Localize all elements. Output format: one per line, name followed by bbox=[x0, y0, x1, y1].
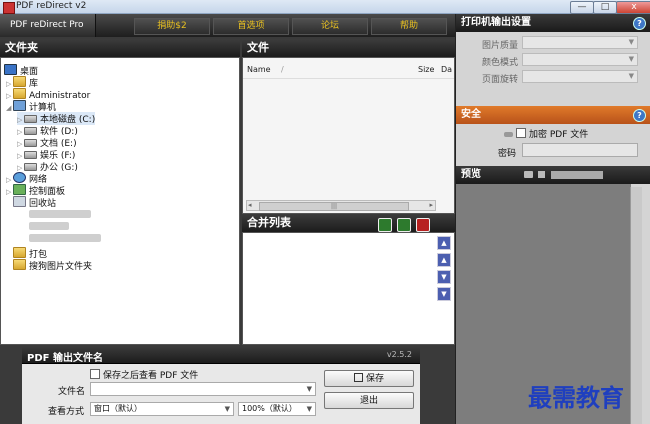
preferences-button[interactable]: 首选项 bbox=[213, 18, 289, 35]
drive-icon bbox=[24, 115, 37, 123]
column-sort-indicator: / bbox=[281, 65, 284, 74]
filename-label: 文件名 bbox=[58, 387, 86, 397]
page-rotation-select[interactable]: ▼ bbox=[522, 70, 638, 83]
folder-icon bbox=[13, 259, 26, 270]
encrypt-pdf-checkbox[interactable]: 加密 PDF 文件 bbox=[504, 127, 588, 140]
view-mode-label: 查看方式 bbox=[48, 407, 85, 417]
files-panel-header: 文件 bbox=[242, 39, 455, 57]
help-icon[interactable]: ? bbox=[633, 17, 646, 30]
main-toolbar: PDF reDirect Pro 捐助$2 首选项 论坛 帮助 bbox=[0, 14, 455, 37]
output-header: PDF 输出文件名 v2.5.2 bbox=[22, 347, 420, 364]
preview-header: 预览 bbox=[456, 166, 650, 184]
image-quality-select[interactable]: ▼ bbox=[522, 36, 638, 49]
donate-button[interactable]: 捐助$2 bbox=[134, 18, 210, 35]
wrench-icon[interactable] bbox=[524, 171, 533, 178]
computer-icon bbox=[13, 100, 26, 111]
column-date[interactable]: Da bbox=[441, 65, 452, 74]
scroll-thumb[interactable]: ||| bbox=[259, 202, 409, 211]
password-label: 密码 bbox=[498, 149, 517, 159]
app-icon bbox=[3, 2, 15, 14]
window-title: PDF reDirect v2 bbox=[16, 1, 87, 11]
folder-panel-header: 文件夹 bbox=[0, 39, 240, 57]
control-panel-icon bbox=[13, 184, 26, 195]
security-header: 安全 ? bbox=[456, 106, 650, 124]
blurred-item bbox=[29, 222, 69, 230]
password-input[interactable] bbox=[522, 143, 638, 157]
drive-icon bbox=[24, 151, 37, 159]
title-bar: PDF reDirect v2 — □ x bbox=[0, 0, 650, 14]
add-folder-icon[interactable] bbox=[397, 218, 411, 232]
close-button[interactable]: x bbox=[616, 1, 650, 14]
column-size[interactable]: Size bbox=[418, 65, 434, 74]
brand-label: PDF reDirect Pro bbox=[0, 14, 96, 37]
version-label: v2.5.2 bbox=[386, 350, 412, 359]
folder-icon bbox=[13, 247, 26, 258]
folder-tree[interactable]: 桌面 ▷ 库 ▷ Administrator ◢ 计算机 ▷ 本地磁盘 (C:) ▷ 软件… bbox=[0, 57, 240, 345]
file-list-horizontal-scrollbar[interactable]: ◂ ||| ▸ bbox=[246, 200, 436, 211]
move-bottom-icon[interactable]: ▼ bbox=[437, 287, 451, 301]
preview-slider[interactable] bbox=[551, 171, 603, 179]
drive-icon bbox=[24, 139, 37, 147]
help-icon[interactable]: ? bbox=[633, 109, 646, 122]
help-button[interactable]: 帮助 bbox=[371, 18, 447, 35]
key-icon bbox=[504, 132, 513, 137]
watermark-text: 最需教育 bbox=[528, 383, 624, 412]
blurred-item bbox=[29, 234, 101, 242]
zoom-select[interactable]: 100%（默认） ▼ bbox=[238, 402, 316, 416]
output-panel: 保存之后查看 PDF 文件 文件名 ▼ 查看方式 窗口（默认） ▼ 100%（默认… bbox=[22, 364, 420, 424]
folder-icon bbox=[13, 88, 26, 99]
scroll-right-icon[interactable]: ▸ bbox=[429, 201, 433, 209]
exit-button[interactable]: 退出 bbox=[324, 392, 414, 409]
tree-item-sogou-images[interactable]: 搜狗图片文件夹 bbox=[6, 259, 92, 272]
output-title: PDF 输出文件名 bbox=[27, 353, 103, 364]
move-down-icon[interactable]: ▼ bbox=[437, 270, 451, 284]
save-icon bbox=[353, 373, 363, 382]
remove-file-icon[interactable] bbox=[416, 218, 430, 232]
network-icon bbox=[13, 172, 26, 183]
add-file-icon[interactable] bbox=[378, 218, 392, 232]
maximize-button[interactable]: □ bbox=[593, 1, 617, 14]
save-button[interactable]: 保存 bbox=[324, 370, 414, 387]
desktop-icon bbox=[4, 64, 17, 75]
filename-input[interactable]: ▼ bbox=[90, 382, 316, 396]
settings-panel: 打印机输出设置 ? 图片质量 ▼ 颜色模式 ▼ 页面旋转 ▼ 安全 ? 加密 P… bbox=[455, 14, 650, 424]
color-mode-select[interactable]: ▼ bbox=[522, 53, 638, 66]
scroll-left-icon[interactable]: ◂ bbox=[248, 201, 252, 209]
folder-icon bbox=[13, 76, 26, 87]
minimize-button[interactable]: — bbox=[570, 1, 594, 14]
move-top-icon[interactable]: ▲ bbox=[437, 236, 451, 250]
lock-icon[interactable] bbox=[538, 171, 545, 178]
image-quality-label: 图片质量 bbox=[481, 41, 518, 51]
drive-icon bbox=[24, 163, 37, 171]
preview-vertical-scrollbar[interactable] bbox=[630, 187, 642, 424]
tree-item-recycle-bin[interactable]: 回收站 bbox=[6, 196, 56, 209]
file-list[interactable]: Name / Size Da bbox=[242, 57, 455, 214]
drive-icon bbox=[24, 127, 37, 135]
column-name[interactable]: Name bbox=[247, 65, 271, 74]
merge-list[interactable] bbox=[242, 232, 455, 345]
blurred-item bbox=[29, 210, 91, 218]
recycle-bin-icon bbox=[13, 196, 26, 207]
color-mode-label: 颜色模式 bbox=[481, 58, 518, 68]
view-mode-select[interactable]: 窗口（默认） ▼ bbox=[90, 402, 234, 416]
view-after-save-checkbox[interactable]: 保存之后查看 PDF 文件 bbox=[90, 368, 198, 381]
move-up-icon[interactable]: ▲ bbox=[437, 253, 451, 267]
printer-settings-header: 打印机输出设置 ? bbox=[456, 14, 650, 32]
page-rotation-label: 页面旋转 bbox=[481, 75, 518, 85]
forum-button[interactable]: 论坛 bbox=[292, 18, 368, 35]
